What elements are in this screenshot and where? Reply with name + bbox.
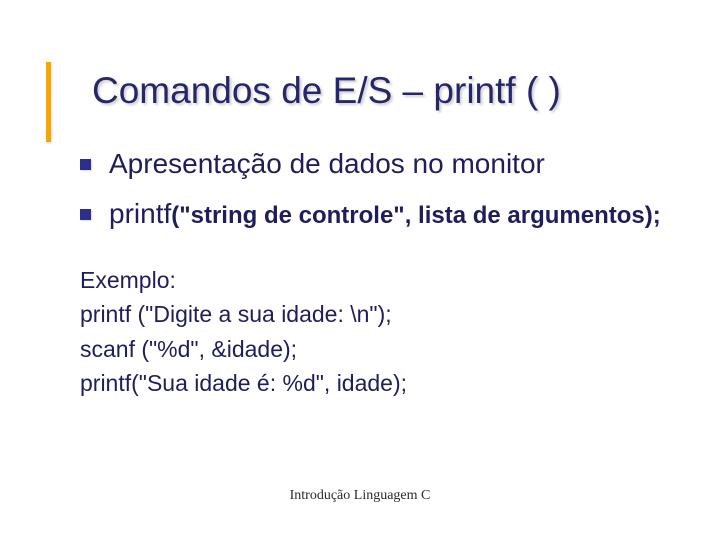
bullet-item: printf("string de controle", lista de ar… [80,196,720,232]
square-bullet-icon [80,159,91,170]
example-line: printf("Sua idade é: %d", idade); [80,366,720,401]
slide: Comandos de E/S – printf ( ) Apresentaçã… [0,0,720,540]
bullet-bold: ("string de controle", lista de argument… [171,202,660,229]
example-block: Exemplo: printf ("Digite a sua idade: \n… [80,263,720,401]
square-bullet-icon [80,209,91,220]
accent-bar [46,62,51,142]
example-line: printf ("Digite a sua idade: \n"); [80,297,720,332]
example-line: scanf ("%d", &idade); [80,332,720,367]
bullet-text: printf("string de controle", lista de ar… [109,196,661,232]
example-heading: Exemplo: [80,263,720,298]
bullet-text: Apresentação de dados no monitor [109,146,545,182]
bullet-list: Apresentação de dados no monitor printf(… [80,146,720,233]
bullet-prefix: printf [109,198,171,229]
slide-title: Comandos de E/S – printf ( ) [92,70,720,112]
slide-footer: Introdução Linguagem C [0,488,720,504]
bullet-item: Apresentação de dados no monitor [80,146,720,182]
